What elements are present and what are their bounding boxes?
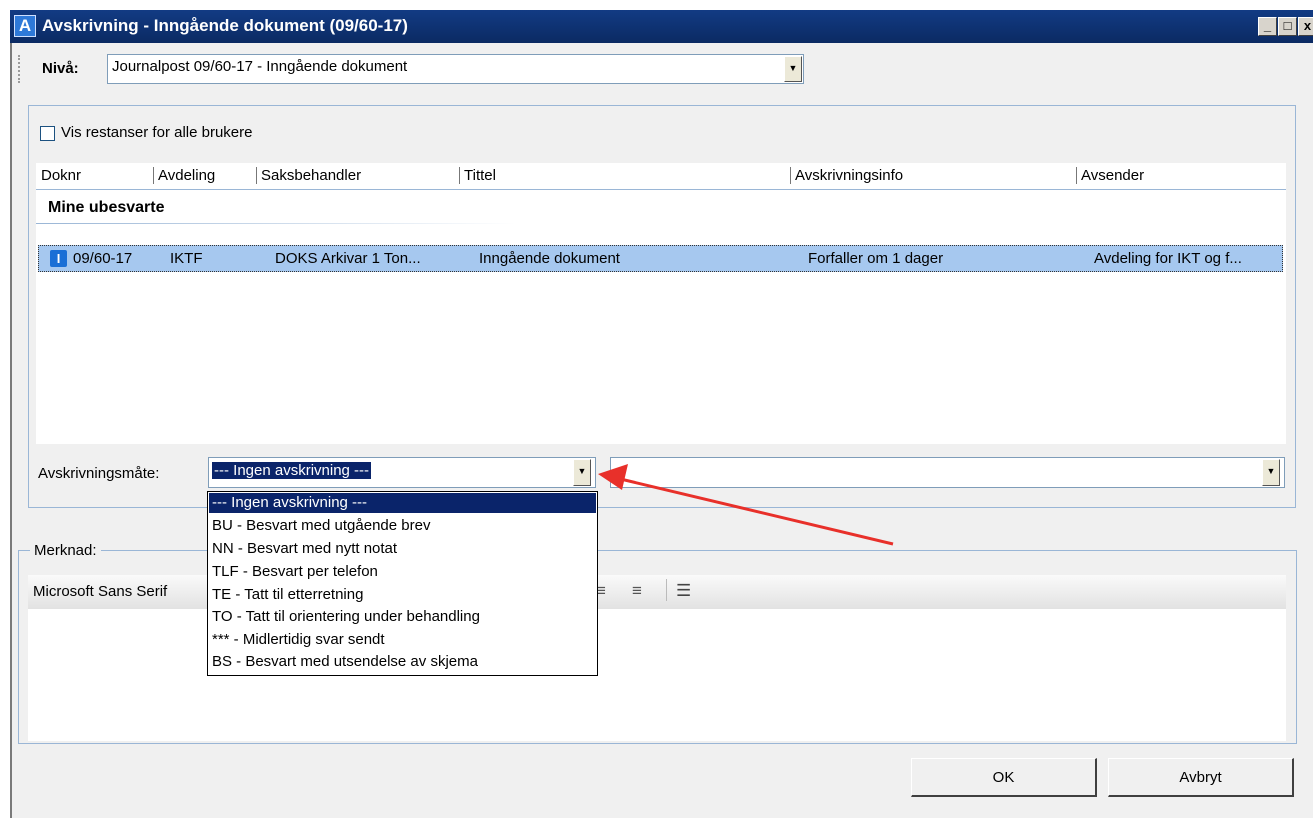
- annotation-arrow: [598, 464, 894, 546]
- arrow-head: [598, 464, 628, 490]
- arrow-shaft: [611, 475, 894, 546]
- cancel-button[interactable]: Avbryt: [1108, 758, 1294, 797]
- ok-button[interactable]: OK: [911, 758, 1097, 797]
